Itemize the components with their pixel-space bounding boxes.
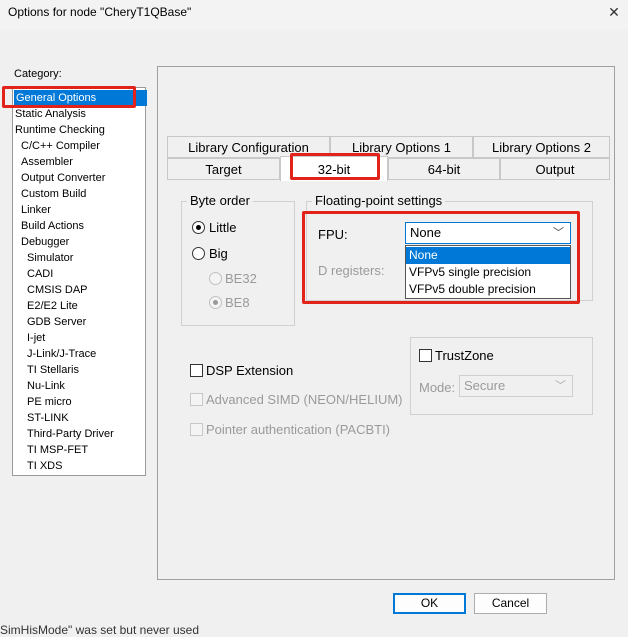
trustzone-checkbox[interactable]	[419, 349, 432, 362]
category-item-gdb-server[interactable]: GDB Server	[27, 314, 86, 330]
be8-radio[interactable]	[209, 296, 222, 309]
category-item-ti-xds[interactable]: TI XDS	[27, 458, 62, 474]
floating-point-label: Floating-point settings	[312, 193, 446, 208]
highlight-general-options	[2, 86, 136, 108]
category-item-nu-link[interactable]: Nu-Link	[27, 378, 65, 394]
highlight-fpu-area	[302, 211, 580, 304]
category-item-st-link[interactable]: ST-LINK	[27, 410, 69, 426]
tab-output[interactable]: Output	[500, 158, 610, 180]
be32-label: BE32	[225, 271, 257, 286]
category-item-pe-micro[interactable]: PE micro	[27, 394, 72, 410]
trustzone-label: TrustZone	[435, 348, 494, 363]
little-label: Little	[209, 220, 237, 235]
dsp-extension-checkbox[interactable]	[190, 364, 203, 377]
tab-library-options-2[interactable]: Library Options 2	[473, 136, 610, 158]
category-label: Category:	[14, 68, 62, 80]
pointer-auth-label: Pointer authentication (PACBTI)	[206, 422, 391, 437]
be8-label: BE8	[225, 295, 250, 310]
big-radio[interactable]	[192, 247, 205, 260]
status-text: SimHisMode" was set but never used	[0, 623, 200, 637]
category-item-assembler[interactable]: Assembler	[21, 154, 73, 170]
pointer-auth-checkbox[interactable]	[190, 423, 203, 436]
chevron-down-icon: ﹀	[555, 380, 566, 392]
category-item-e2-lite[interactable]: E2/E2 Lite	[27, 298, 78, 314]
category-item-build-actions[interactable]: Build Actions	[21, 218, 84, 234]
category-item-static-analysis[interactable]: Static Analysis	[15, 106, 86, 122]
close-icon[interactable]: ✕	[604, 2, 624, 22]
category-item-simulator[interactable]: Simulator	[27, 250, 73, 266]
category-item-ti-stellaris[interactable]: TI Stellaris	[27, 362, 79, 378]
category-list: General Options Static Analysis Runtime …	[12, 87, 147, 476]
window-title: Options for node "CheryT1QBase"	[8, 5, 192, 19]
category-item-custom-build[interactable]: Custom Build	[21, 186, 86, 202]
category-item-c-compiler[interactable]: C/C++ Compiler	[21, 138, 100, 154]
title-bar: Options for node "CheryT1QBase" ✕	[0, 0, 628, 30]
category-item-cadi[interactable]: CADI	[27, 266, 53, 282]
tab-target[interactable]: Target	[167, 158, 280, 180]
category-item-output-converter[interactable]: Output Converter	[21, 170, 105, 186]
category-item-third-party-driver[interactable]: Third-Party Driver	[27, 426, 114, 442]
advanced-simd-checkbox[interactable]	[190, 393, 203, 406]
mode-label: Mode:	[419, 380, 456, 395]
category-item-linker[interactable]: Linker	[21, 202, 51, 218]
cancel-button[interactable]: Cancel	[474, 593, 547, 614]
tab-64-bit[interactable]: 64-bit	[388, 158, 500, 180]
dsp-extension-label: DSP Extension	[206, 363, 294, 378]
category-item-cmsis-dap[interactable]: CMSIS DAP	[27, 282, 88, 298]
highlight-32-bit-tab	[290, 153, 380, 180]
mode-select[interactable]: Secure ﹀	[459, 375, 573, 397]
be32-radio[interactable]	[209, 272, 222, 285]
little-radio[interactable]	[192, 221, 205, 234]
category-item-debugger[interactable]: Debugger	[21, 234, 69, 250]
big-label: Big	[209, 246, 228, 261]
byte-order-label: Byte order	[187, 193, 253, 208]
mode-select-value: Secure	[464, 378, 506, 393]
category-item-i-jet[interactable]: I-jet	[27, 330, 45, 346]
advanced-simd-label: Advanced SIMD (NEON/HELIUM)	[206, 392, 403, 407]
category-item-ti-msp-fet[interactable]: TI MSP-FET	[27, 442, 88, 458]
category-item-runtime-checking[interactable]: Runtime Checking	[15, 122, 105, 138]
category-item-j-link[interactable]: J-Link/J-Trace	[27, 346, 96, 362]
ok-button[interactable]: OK	[393, 593, 466, 614]
